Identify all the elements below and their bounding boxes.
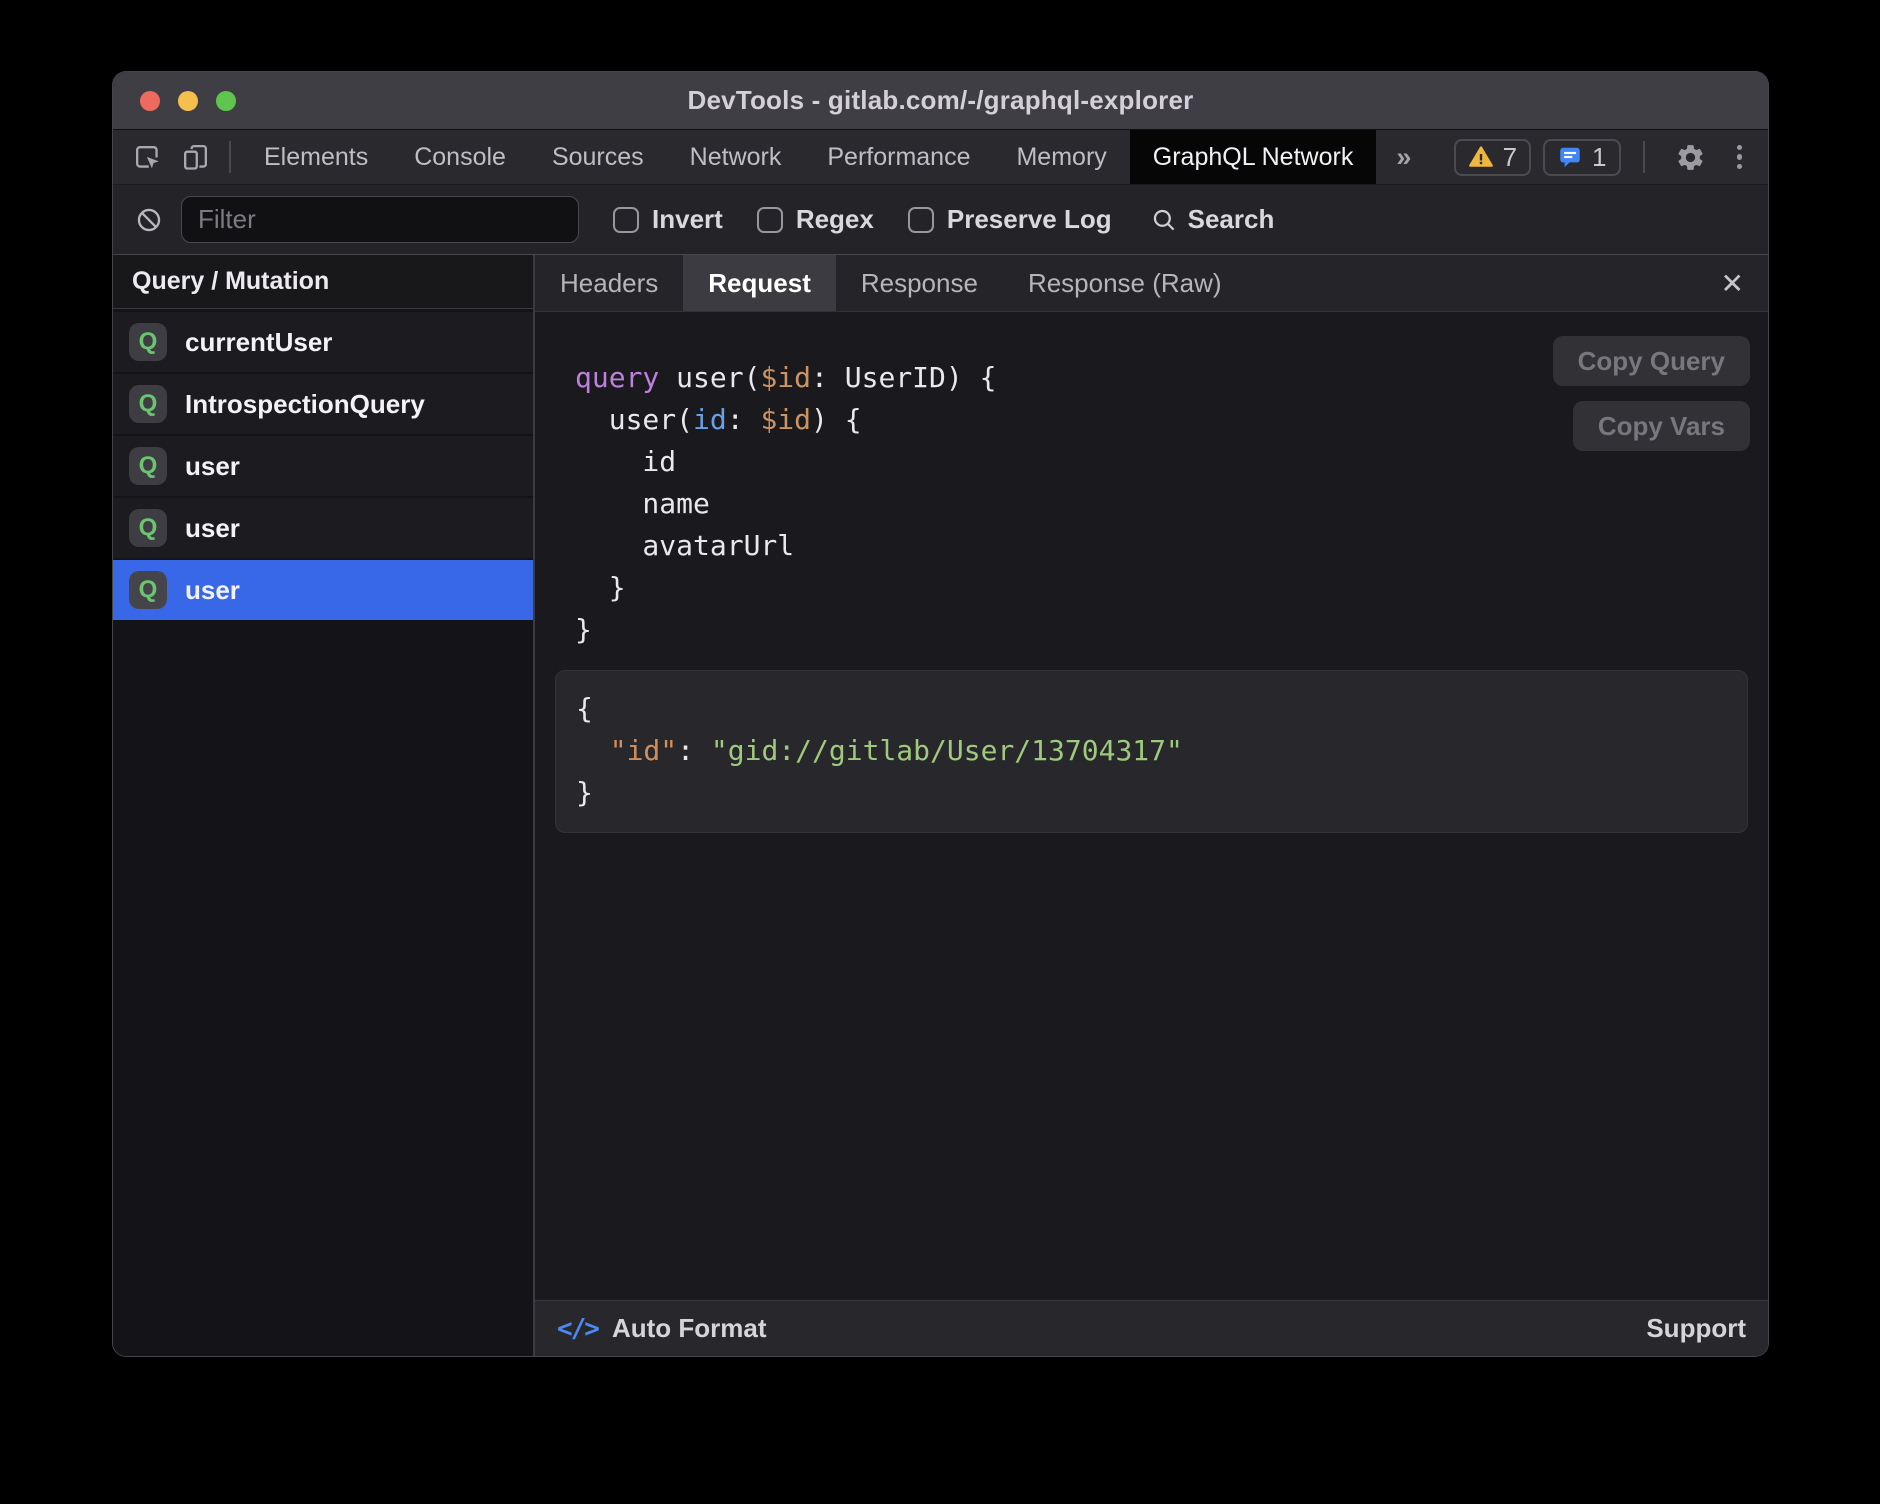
inspect-cursor-icon	[132, 142, 163, 173]
tab-elements[interactable]: Elements	[241, 130, 391, 184]
tab-network[interactable]: Network	[667, 130, 805, 184]
request-query-code: query user($id: UserID) { user(id: $id) …	[575, 357, 996, 651]
detail-footer: </> Auto Format Support	[535, 1300, 1768, 1356]
warnings-badge[interactable]: 7	[1454, 139, 1531, 176]
support-link[interactable]: Support	[1646, 1313, 1746, 1344]
devtools-tab-strip: ElementsConsoleSourcesNetworkPerformance…	[241, 130, 1376, 184]
device-toolbar-button[interactable]	[171, 130, 219, 184]
query-sidebar: Query / Mutation Q currentUser Q Introsp…	[113, 255, 535, 1356]
checkbox-box[interactable]	[757, 207, 783, 233]
zoom-window-button[interactable]	[216, 91, 236, 111]
tab-sources[interactable]: Sources	[529, 130, 667, 184]
filter-bar: Invert Regex Preserve Log Search	[113, 185, 1768, 255]
query-label: currentUser	[185, 327, 332, 358]
query-label: user	[185, 451, 240, 482]
chat-bubble-icon	[1557, 144, 1583, 170]
filter-checkbox-group: Invert Regex Preserve Log	[579, 204, 1112, 235]
auto-format-button[interactable]: Auto Format	[612, 1313, 767, 1344]
title-bar: DevTools - gitlab.com/-/graphql-explorer	[113, 72, 1768, 130]
query-list-item-user-4[interactable]: Q user	[113, 560, 533, 620]
main-split: Query / Mutation Q currentUser Q Introsp…	[113, 255, 1768, 1356]
detail-tab-headers[interactable]: Headers	[535, 255, 683, 311]
filter-input[interactable]	[181, 196, 579, 243]
detail-tab-response[interactable]: Response	[836, 255, 1003, 311]
tab-memory[interactable]: Memory	[993, 130, 1129, 184]
traffic-lights	[140, 72, 236, 129]
checkbox-regex[interactable]: Regex	[757, 204, 874, 235]
message-count: 1	[1592, 142, 1606, 173]
window-title: DevTools - gitlab.com/-/graphql-explorer	[688, 85, 1194, 116]
kebab-menu-icon	[1737, 145, 1743, 151]
warning-icon	[1468, 144, 1494, 170]
query-list-item-currentuser-0[interactable]: Q currentUser	[113, 312, 533, 372]
search-icon	[1150, 206, 1177, 233]
devtools-toolbar: ElementsConsoleSourcesNetworkPerformance…	[113, 130, 1768, 185]
toolbar-divider	[229, 141, 231, 173]
query-type-badge: Q	[129, 447, 167, 485]
checkbox-label: Preserve Log	[947, 204, 1112, 235]
auto-format-icon: </>	[557, 1314, 598, 1344]
query-type-badge: Q	[129, 385, 167, 423]
sidebar-header: Query / Mutation	[113, 255, 533, 309]
close-window-button[interactable]	[140, 91, 160, 111]
tab-performance[interactable]: Performance	[804, 130, 993, 184]
query-label: user	[185, 575, 240, 606]
devtools-window: DevTools - gitlab.com/-/graphql-explorer…	[113, 72, 1768, 1356]
clear-filter-button[interactable]	[132, 206, 166, 234]
query-label: user	[185, 513, 240, 544]
more-tabs-button[interactable]: »	[1376, 130, 1431, 184]
query-type-badge: Q	[129, 509, 167, 547]
search-label: Search	[1188, 204, 1275, 235]
checkbox-label: Invert	[652, 204, 723, 235]
checkbox-invert[interactable]: Invert	[613, 204, 723, 235]
close-panel-button[interactable]: ✕	[1697, 255, 1768, 311]
inspect-element-button[interactable]	[123, 130, 171, 184]
checkbox-box[interactable]	[613, 207, 639, 233]
warning-count: 7	[1503, 142, 1517, 173]
query-list-item-user-2[interactable]: Q user	[113, 436, 533, 496]
query-list: Q currentUser Q IntrospectionQuery Q use…	[113, 309, 533, 1356]
more-options-button[interactable]	[1727, 145, 1753, 170]
gear-icon	[1675, 142, 1706, 173]
request-tab-content: query user($id: UserID) { user(id: $id) …	[535, 312, 1768, 1300]
query-list-item-user-3[interactable]: Q user	[113, 498, 533, 558]
query-type-badge: Q	[129, 323, 167, 361]
query-type-badge: Q	[129, 571, 167, 609]
detail-tab-response-raw[interactable]: Response (Raw)	[1003, 255, 1247, 311]
query-label: IntrospectionQuery	[185, 389, 425, 420]
device-toolbar-icon	[180, 142, 211, 173]
search-button[interactable]: Search	[1150, 204, 1275, 235]
query-list-item-introspectionquery-1[interactable]: Q IntrospectionQuery	[113, 374, 533, 434]
detail-tab-strip: HeadersRequestResponseResponse (Raw)	[535, 255, 1247, 311]
toolbar-divider	[1643, 141, 1645, 173]
checkbox-label: Regex	[796, 204, 874, 235]
detail-tab-request[interactable]: Request	[683, 255, 836, 311]
messages-badge[interactable]: 1	[1543, 139, 1620, 176]
minimize-window-button[interactable]	[178, 91, 198, 111]
request-detail-panel: HeadersRequestResponseResponse (Raw) ✕ q…	[535, 255, 1768, 1356]
copy-vars-button[interactable]: Copy Vars	[1573, 401, 1750, 451]
tab-console[interactable]: Console	[391, 130, 529, 184]
checkbox-box[interactable]	[908, 207, 934, 233]
block-icon	[135, 206, 163, 234]
settings-button[interactable]	[1667, 142, 1715, 173]
copy-query-button[interactable]: Copy Query	[1553, 336, 1750, 386]
detail-tab-bar: HeadersRequestResponseResponse (Raw) ✕	[535, 255, 1768, 312]
tab-graphql-network[interactable]: GraphQL Network	[1130, 130, 1377, 184]
request-variables-code: { "id": "gid://gitlab/User/13704317"}	[576, 688, 1747, 814]
toolbar-right-cluster: 7 1	[1454, 130, 1768, 184]
checkbox-preserve-log[interactable]: Preserve Log	[908, 204, 1112, 235]
desktop-background: DevTools - gitlab.com/-/graphql-explorer…	[0, 0, 1880, 1504]
request-variables-box: { "id": "gid://gitlab/User/13704317"}	[555, 670, 1748, 833]
